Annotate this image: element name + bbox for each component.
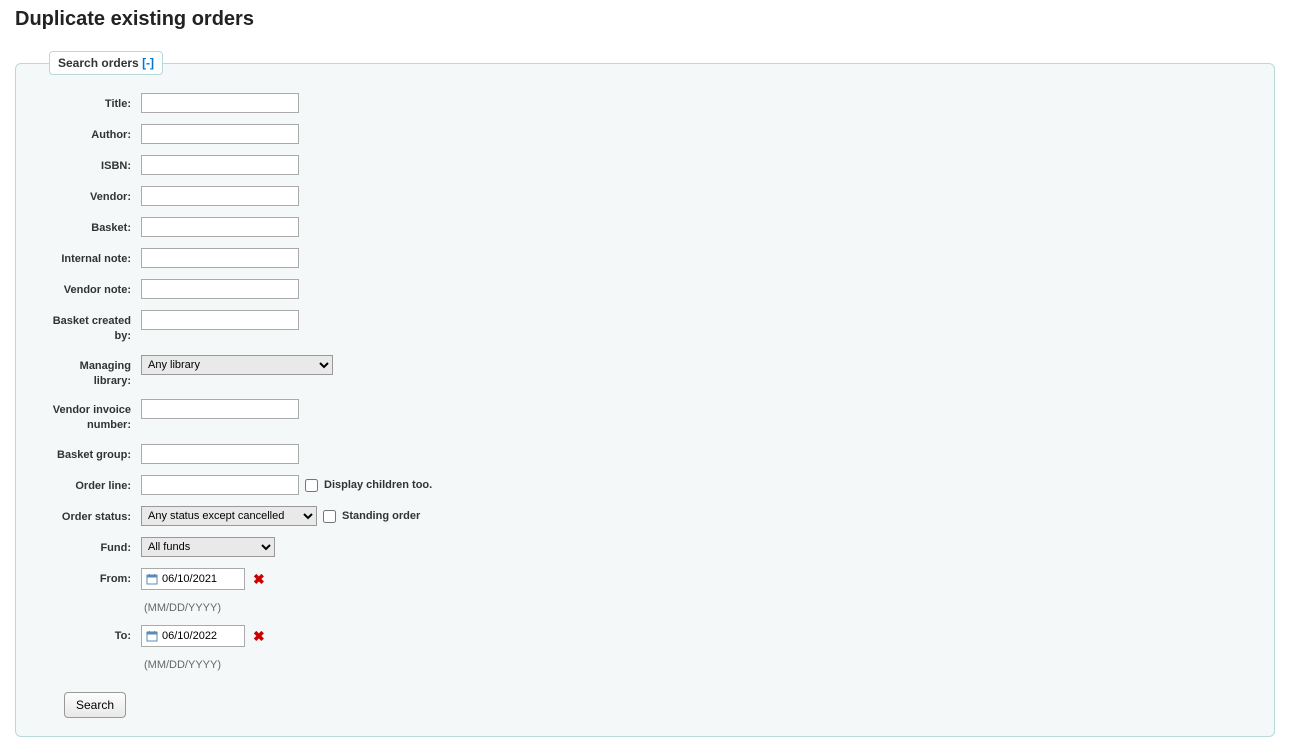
label-internal-note: Internal note:: [41, 248, 141, 267]
row-author: Author:: [41, 124, 1249, 144]
title-input[interactable]: [141, 93, 299, 113]
label-isbn: ISBN:: [41, 155, 141, 174]
row-internal-note: Internal note:: [41, 248, 1249, 268]
label-fund: Fund:: [41, 537, 141, 556]
row-vendor: Vendor:: [41, 186, 1249, 206]
label-basket-created-by: Basket created by:: [41, 310, 141, 344]
clear-to-date-icon[interactable]: ✖: [251, 629, 267, 643]
vendor-invoice-number-input[interactable]: [141, 399, 299, 419]
vendor-input[interactable]: [141, 186, 299, 206]
label-managing-library: Managing library:: [41, 355, 141, 389]
basket-input[interactable]: [141, 217, 299, 237]
clear-from-date-icon[interactable]: ✖: [251, 572, 267, 586]
vendor-note-input[interactable]: [141, 279, 299, 299]
row-isbn: ISBN:: [41, 155, 1249, 175]
row-order-line: Order line: Display children too.: [41, 475, 1249, 495]
collapse-toggle[interactable]: [-]: [142, 56, 154, 70]
search-orders-fieldset: Search orders [-] Title: Author: ISBN: V…: [15, 51, 1275, 737]
row-vendor-note: Vendor note:: [41, 279, 1249, 299]
label-author: Author:: [41, 124, 141, 143]
label-basket-group: Basket group:: [41, 444, 141, 463]
row-fund: Fund: All funds: [41, 537, 1249, 557]
label-from: From:: [41, 568, 141, 587]
standing-order-label: Standing order: [342, 510, 420, 522]
from-date-wrapper: [141, 568, 245, 590]
row-from-date: From: ✖ (MM/DD/YYYY): [41, 568, 1249, 614]
row-basket-created-by: Basket created by:: [41, 310, 1249, 344]
calendar-icon[interactable]: [146, 573, 158, 585]
to-date-wrapper: [141, 625, 245, 647]
isbn-input[interactable]: [141, 155, 299, 175]
label-order-status: Order status:: [41, 506, 141, 525]
row-managing-library: Managing library: Any library: [41, 355, 1249, 389]
label-title: Title:: [41, 93, 141, 112]
page-title: Duplicate existing orders: [15, 8, 1275, 31]
row-to-date: To: ✖ (MM/DD/YYYY): [41, 625, 1249, 671]
order-status-select[interactable]: Any status except cancelled: [141, 506, 317, 526]
order-line-input[interactable]: [141, 475, 299, 495]
basket-created-by-input[interactable]: [141, 310, 299, 330]
row-order-status: Order status: Any status except cancelle…: [41, 506, 1249, 526]
label-basket: Basket:: [41, 217, 141, 236]
from-date-input[interactable]: [162, 573, 232, 585]
calendar-icon[interactable]: [146, 630, 158, 642]
internal-note-input[interactable]: [141, 248, 299, 268]
label-vendor-note: Vendor note:: [41, 279, 141, 298]
to-date-hint: (MM/DD/YYYY): [144, 659, 221, 671]
managing-library-select[interactable]: Any library: [141, 355, 333, 375]
row-title: Title:: [41, 93, 1249, 113]
row-basket: Basket:: [41, 217, 1249, 237]
label-to: To:: [41, 625, 141, 644]
to-date-input[interactable]: [162, 630, 232, 642]
search-button[interactable]: Search: [64, 692, 126, 718]
fund-select[interactable]: All funds: [141, 537, 275, 557]
label-vendor-invoice-number: Vendor invoice number:: [41, 399, 141, 433]
display-children-checkbox[interactable]: [305, 479, 318, 492]
search-orders-legend: Search orders [-]: [49, 51, 163, 75]
author-input[interactable]: [141, 124, 299, 144]
standing-order-checkbox[interactable]: [323, 510, 336, 523]
row-vendor-invoice-number: Vendor invoice number:: [41, 399, 1249, 433]
label-vendor: Vendor:: [41, 186, 141, 205]
label-order-line: Order line:: [41, 475, 141, 494]
from-date-hint: (MM/DD/YYYY): [144, 602, 221, 614]
row-basket-group: Basket group:: [41, 444, 1249, 464]
basket-group-input[interactable]: [141, 444, 299, 464]
display-children-label: Display children too.: [324, 479, 432, 491]
legend-label: Search orders: [58, 56, 139, 70]
